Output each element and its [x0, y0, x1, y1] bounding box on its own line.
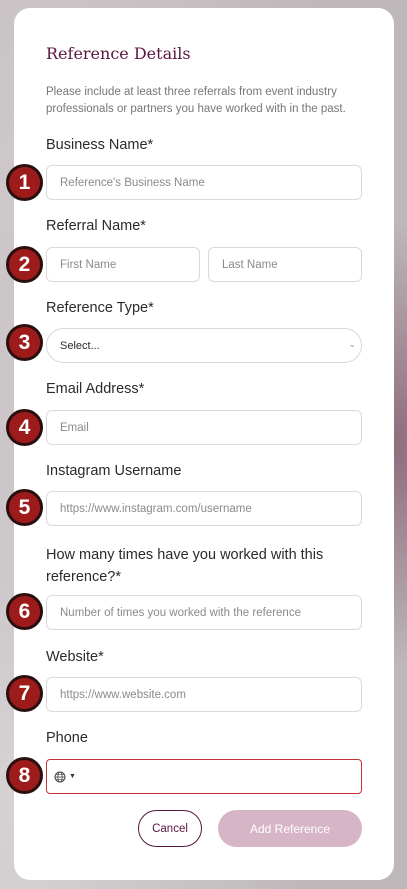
times-worked-label: How many times have you worked with this… — [46, 547, 324, 585]
business-name-placeholder: Reference's Business Name — [60, 176, 205, 189]
modal-intro-text: Please include at least three referrals … — [46, 86, 346, 115]
website-label: Website* — [46, 649, 104, 665]
reference-type-select[interactable]: Select... ⌄ — [46, 328, 362, 363]
reference-type-value: Select... — [60, 339, 100, 352]
instagram-label: Instagram Username — [46, 463, 182, 479]
business-name-label: Business Name* — [46, 137, 154, 153]
last-name-input[interactable]: Last Name — [208, 247, 362, 282]
add-reference-button[interactable]: Add Reference — [218, 810, 362, 847]
email-label: Email Address* — [46, 381, 145, 397]
reference-type-label: Reference Type* — [46, 300, 154, 316]
first-name-placeholder: First Name — [60, 258, 117, 271]
country-selector[interactable]: ▼ — [54, 771, 76, 783]
website-input[interactable]: https://www.website.com — [46, 677, 362, 712]
last-name-placeholder: Last Name — [222, 258, 278, 271]
cancel-button[interactable]: Cancel — [138, 810, 202, 847]
step-badge-1: 1 — [6, 164, 43, 201]
chevron-down-icon: ⌄ — [348, 339, 356, 349]
email-input[interactable]: Email — [46, 410, 362, 445]
step-badge-8: 8 — [6, 757, 43, 794]
instagram-placeholder: https://www.instagram.com/username — [60, 502, 252, 515]
step-badge-3: 3 — [6, 324, 43, 361]
phone-label: Phone — [46, 730, 88, 746]
reference-details-modal: Reference Details Please include at leas… — [14, 8, 394, 880]
modal-title: Reference Details — [46, 44, 191, 63]
step-badge-7: 7 — [6, 675, 43, 712]
step-badge-4: 4 — [6, 409, 43, 446]
step-badge-6: 6 — [6, 593, 43, 630]
step-badge-5: 5 — [6, 489, 43, 526]
times-worked-input[interactable]: Number of times you worked with the refe… — [46, 595, 362, 630]
business-name-input[interactable]: Reference's Business Name — [46, 165, 362, 200]
step-badge-2: 2 — [6, 246, 43, 283]
referral-name-label: Referral Name* — [46, 218, 146, 234]
caret-down-icon: ▼ — [69, 773, 76, 780]
times-worked-placeholder: Number of times you worked with the refe… — [60, 606, 301, 619]
phone-input[interactable]: ▼ — [46, 759, 362, 794]
email-placeholder: Email — [60, 421, 89, 434]
first-name-input[interactable]: First Name — [46, 247, 200, 282]
globe-icon — [54, 771, 66, 782]
website-placeholder: https://www.website.com — [60, 688, 186, 701]
instagram-input[interactable]: https://www.instagram.com/username — [46, 491, 362, 526]
